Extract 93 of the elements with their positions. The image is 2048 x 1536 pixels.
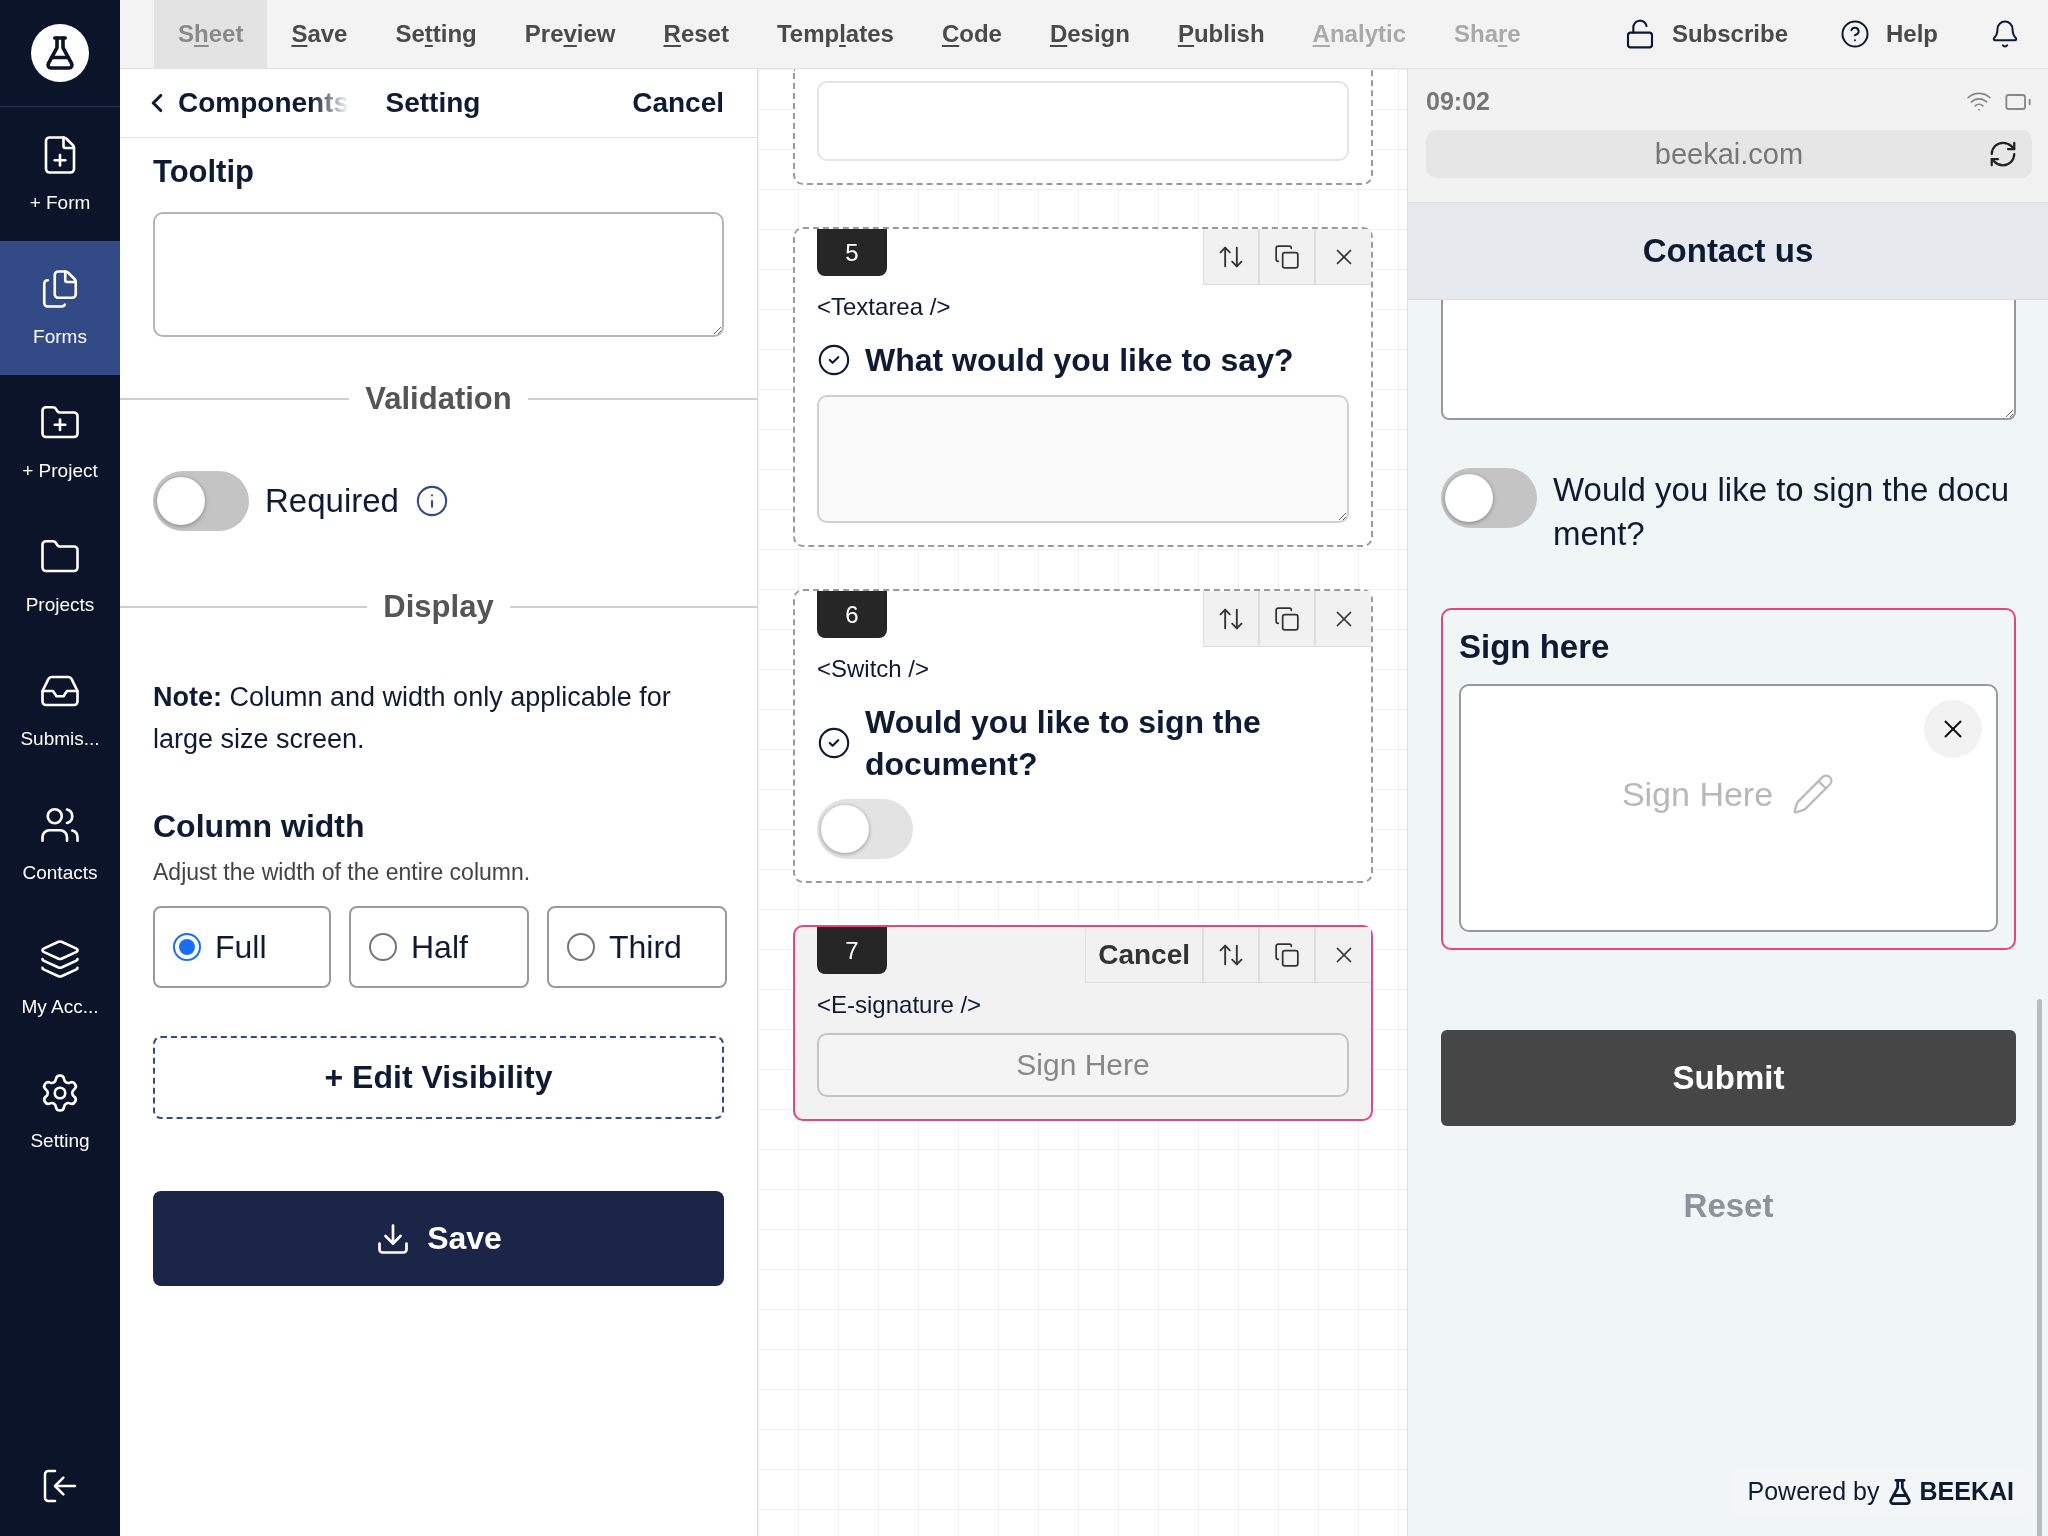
sidebar-label: Submis... — [20, 728, 100, 750]
form-field-card[interactable]: 7 Cancel <E-signature /> Sign Here — [793, 925, 1373, 1121]
reorder-button[interactable] — [1203, 229, 1259, 285]
column-width-hint: Adjust the width of the entire column. — [153, 859, 532, 886]
field-label: Tooltip — [153, 154, 255, 190]
copy-icon — [1274, 243, 1300, 270]
url-text: beekai.com — [1654, 137, 1804, 171]
tooltip-field[interactable] — [153, 212, 724, 337]
close-button[interactable] — [1315, 927, 1371, 983]
sidebar-item[interactable]: My Acc... — [0, 911, 120, 1045]
radio-option[interactable]: Half — [349, 906, 529, 988]
refresh-icon[interactable] — [1988, 139, 2018, 169]
toggle-switch[interactable] — [817, 799, 913, 859]
sidebar-label: Contacts — [22, 862, 98, 884]
required-label: Required — [265, 482, 399, 520]
reorder-button[interactable] — [1203, 591, 1259, 647]
radio-option[interactable]: Third — [547, 906, 727, 988]
edit-visibility-button[interactable]: + Edit Visibility — [153, 1036, 724, 1119]
sidebar-item[interactable]: + Project — [0, 375, 120, 509]
question-text: What would you like to say? — [865, 341, 1294, 380]
menu-item[interactable]: Preview — [500, 0, 640, 68]
sidebar-label: + Project — [22, 460, 98, 482]
cancel-button[interactable]: Cancel — [632, 87, 724, 119]
menu-item[interactable]: Publish — [1153, 0, 1289, 68]
section-heading: Validation — [365, 381, 512, 417]
copy-icon — [1274, 605, 1300, 632]
sidebar-item[interactable]: Contacts — [0, 777, 120, 911]
section-heading: Display — [383, 589, 494, 625]
save-button[interactable]: Save — [153, 1191, 724, 1286]
notification-button[interactable] — [1990, 19, 2020, 49]
reorder-button[interactable] — [1203, 927, 1259, 983]
logo-icon[interactable] — [31, 24, 89, 82]
panel-title: Setting — [385, 87, 481, 119]
subscribe-button[interactable]: Subscribe — [1623, 18, 1788, 50]
close-button[interactable] — [1315, 591, 1371, 647]
menu-item[interactable]: Design — [1025, 0, 1154, 68]
field-number-badge: 7 — [817, 927, 887, 974]
toggle-switch[interactable] — [1441, 468, 1537, 528]
textarea-field[interactable] — [1441, 300, 2016, 420]
sidebar-item[interactable]: + Form — [0, 107, 120, 241]
layers-icon — [39, 938, 81, 980]
sidebar-item[interactable]: Submis... — [0, 643, 120, 777]
field-label: Sign here — [1459, 628, 1611, 666]
check-circle-icon — [817, 343, 851, 377]
bell-icon — [1990, 19, 2020, 49]
form-title: Contact us — [1642, 232, 1814, 270]
text-input-field[interactable] — [817, 81, 1349, 161]
sidebar-label: Forms — [33, 326, 87, 348]
duplicate-button[interactable] — [1259, 591, 1315, 647]
sidebar-item[interactable]: Setting — [0, 1045, 120, 1179]
form-field-card[interactable]: 6 <Switch /> Would you like to sign the document? — [793, 589, 1373, 883]
sidebar-label: + Form — [29, 192, 91, 214]
note-text: Note: Column and width only applicable for large size screen. — [153, 681, 672, 756]
copy-icon — [1274, 941, 1300, 968]
component-tag: <Switch /> — [817, 655, 1349, 683]
question-text: Would you like to sign the document? — [865, 703, 1262, 784]
close-button[interactable] — [1315, 229, 1371, 285]
cancel-button[interactable]: Cancel — [1085, 927, 1203, 983]
sidebar-item[interactable]: Forms — [0, 241, 120, 375]
form-field-card[interactable] — [793, 69, 1373, 185]
help-button[interactable]: Help — [1840, 19, 1938, 49]
menu-item[interactable]: Reset — [639, 0, 753, 68]
component-tag: <Textarea /> — [817, 293, 1349, 321]
switch-label: Would you like to sign the document? — [1553, 470, 2011, 554]
field-number-badge: 6 — [817, 591, 887, 638]
check-circle-icon — [817, 726, 851, 760]
column-width-heading: Column width — [153, 808, 366, 845]
menu-item[interactable]: Templates — [752, 0, 918, 68]
back-button[interactable]: Components — [142, 87, 350, 119]
menu-item[interactable]: Setting — [371, 0, 501, 68]
field-number-badge: 5 — [817, 229, 887, 276]
form-field-card[interactable]: 5 <Textarea /> What would you like to say? — [793, 227, 1373, 547]
sidebar-label: Setting — [30, 1130, 90, 1152]
component-tag: <E-signature /> — [817, 991, 1349, 1019]
help-icon — [1840, 19, 1870, 49]
toggle-switch[interactable] — [153, 471, 249, 531]
textarea-field[interactable] — [817, 395, 1349, 523]
powered-by-text: Powered by — [1747, 1477, 1880, 1506]
sidebar-label: My Acc... — [21, 996, 99, 1018]
submit-button[interactable]: Submit — [1441, 1030, 2016, 1126]
sidebar-item[interactable]: Projects — [0, 509, 120, 643]
info-icon[interactable] — [414, 484, 449, 518]
address-bar[interactable]: beekai.com — [1426, 130, 2032, 178]
menu-item[interactable]: Code — [917, 0, 1026, 68]
status-time: 09:02 — [1426, 87, 1490, 116]
duplicate-button[interactable] — [1259, 927, 1315, 983]
sidebar-label: Projects — [25, 594, 95, 616]
brand-name: BEEKAI — [1919, 1477, 2014, 1506]
menu-item[interactable]: Save — [267, 0, 372, 68]
duplicate-button[interactable] — [1259, 229, 1315, 285]
signature-placeholder: Sign Here — [1621, 774, 1774, 814]
scrollbar[interactable] — [2037, 999, 2042, 1536]
radio-option[interactable]: Full — [153, 906, 331, 988]
